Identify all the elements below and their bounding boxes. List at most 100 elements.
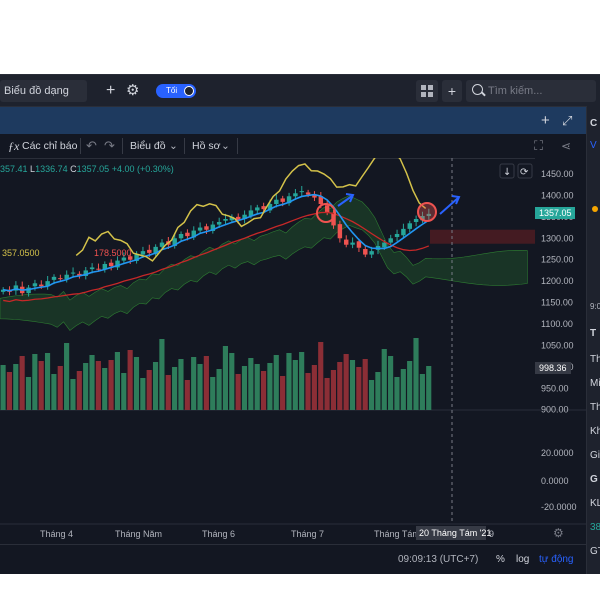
- add-icon[interactable]: +: [106, 75, 115, 107]
- indicators-button[interactable]: Các chỉ báo: [22, 134, 77, 158]
- status-bar: 09:09:13 (UTC+7) % log tự động: [0, 544, 586, 575]
- volume-label: 998.36: [539, 363, 567, 373]
- annotation-arrow[interactable]: [439, 197, 459, 215]
- candle-body: [401, 228, 406, 236]
- toolbar-divider: [184, 138, 185, 154]
- volume-bar: [6, 372, 13, 410]
- volume-bar: [260, 371, 267, 410]
- panel-label: C: [590, 118, 598, 129]
- log-toggle[interactable]: log: [516, 545, 529, 575]
- gear-icon[interactable]: ⚙: [553, 526, 564, 540]
- volume-bar: [121, 373, 127, 410]
- volume-bar: [216, 369, 222, 410]
- volume-bar: [305, 373, 311, 410]
- percent-toggle[interactable]: %: [496, 545, 505, 575]
- overlay-label: 357.0500: [2, 248, 40, 258]
- chevron-down-icon: ⌄: [169, 140, 178, 152]
- volume-bar: [13, 364, 19, 410]
- tab-chart-tab[interactable]: Biểu đồ dạng TAB: [0, 80, 87, 119]
- current-price-label: 1357.05: [539, 208, 572, 218]
- time-axis-label: Tháng Tám: [374, 529, 420, 539]
- expand-icon[interactable]: ⤢: [562, 107, 572, 135]
- toolbar-divider: [237, 138, 238, 154]
- candle-body: [178, 234, 184, 239]
- candle-body: [350, 242, 355, 245]
- clock-time: 09:09:13 (UTC+7): [398, 554, 479, 565]
- right-side-panel: C V 9:0 T Th Mi Th Kh Gi G KL 38 GT: [586, 106, 600, 574]
- candle-body: [299, 191, 304, 193]
- volume-bar: [267, 363, 273, 410]
- ichimoku-cloud: [0, 195, 528, 331]
- indicator-tick-label: 20.0000: [541, 448, 574, 458]
- share-icon[interactable]: ⋖: [561, 134, 571, 158]
- volume-bar: [318, 342, 324, 410]
- volume-bar: [127, 350, 133, 410]
- panel-label: Kh: [590, 426, 600, 437]
- volume-bar: [375, 372, 381, 410]
- volume-bar: [133, 357, 140, 410]
- panel-label: KL: [590, 498, 600, 509]
- volume-bar: [197, 364, 203, 410]
- volume-bar: [349, 360, 356, 410]
- candle-body: [216, 222, 222, 225]
- volume-bar: [400, 369, 406, 410]
- indicator-tick-label: -20.0000: [541, 502, 577, 512]
- grid-icon-cell: [428, 85, 433, 90]
- annotation-circle[interactable]: [417, 202, 437, 222]
- volume-bar: [337, 362, 343, 410]
- volume-bar: [172, 367, 178, 410]
- search-icon: [472, 84, 483, 95]
- fullscreen-icon[interactable]: ⛶: [534, 134, 543, 158]
- chart-toolbar: ƒx Các chỉ báo ↶ ↷ Biểu đồ ⌄ Hồ sơ ⌄ ⛶ ⋖: [0, 134, 586, 159]
- redo-icon[interactable]: ↷: [104, 134, 115, 158]
- volume-bar: [273, 355, 279, 410]
- auto-scale-toggle[interactable]: tự động: [539, 545, 574, 575]
- panel-label: V: [590, 140, 597, 151]
- chart-type-button[interactable]: Biểu đồ: [130, 134, 166, 158]
- volume-bar: [419, 374, 425, 410]
- volume-bar: [70, 379, 76, 410]
- volume-bar: [178, 359, 184, 410]
- add-icon[interactable]: +: [541, 107, 550, 135]
- candle-body: [344, 239, 349, 245]
- candle-body: [96, 268, 101, 270]
- grid-icon-cell: [421, 92, 426, 97]
- volume-bar: [299, 352, 305, 410]
- candle-body: [274, 199, 279, 204]
- candle-body: [363, 249, 368, 255]
- chart-area[interactable]: ƒx Các chỉ báo ↶ ↷ Biểu đồ ⌄ Hồ sơ ⌄ ⛶ ⋖…: [0, 134, 586, 574]
- add-chart-button[interactable]: +: [442, 80, 462, 102]
- volume-bar: [241, 366, 248, 410]
- price-tick-label: 1100.00: [541, 319, 573, 329]
- function-icon[interactable]: ƒx: [8, 134, 19, 158]
- chevron-down-icon: ⌄: [221, 140, 230, 152]
- volume-bar: [191, 357, 197, 410]
- volume-bar: [388, 356, 394, 410]
- profile-button[interactable]: Hồ sơ: [192, 134, 220, 158]
- candle-body: [70, 272, 76, 274]
- price-chart[interactable]: 357.0500 178.5000 1450.001400.001350.001…: [0, 158, 586, 568]
- undo-icon[interactable]: ↶: [86, 134, 97, 158]
- candle-body: [89, 267, 95, 270]
- candle-body: [305, 192, 311, 195]
- price-tick-label: 1300.00: [541, 233, 574, 243]
- candle-body: [147, 249, 152, 253]
- gear-icon[interactable]: ⚙: [126, 75, 139, 107]
- search-placeholder: Tìm kiếm...: [488, 85, 543, 97]
- time-axis-label: Tháng Năm: [115, 529, 162, 539]
- theme-toggle[interactable]: Tối: [156, 84, 196, 98]
- top-whitespace: [0, 0, 600, 74]
- layout-grid-button[interactable]: [416, 80, 438, 102]
- volume-bar: [210, 377, 216, 410]
- candle-body: [140, 251, 146, 255]
- search-input[interactable]: Tìm kiếm...: [466, 80, 596, 102]
- volume-bar: [184, 380, 190, 410]
- price-tick-label: 1200.00: [541, 276, 574, 286]
- volume-bar: [140, 378, 146, 410]
- panel-label: 9:0: [590, 302, 600, 311]
- candle-body: [382, 242, 387, 248]
- candle-body: [293, 193, 298, 197]
- candle-body: [280, 198, 285, 202]
- volume-bar: [51, 374, 57, 410]
- crosshair-date-label: 20 Tháng Tám '21: [419, 528, 491, 538]
